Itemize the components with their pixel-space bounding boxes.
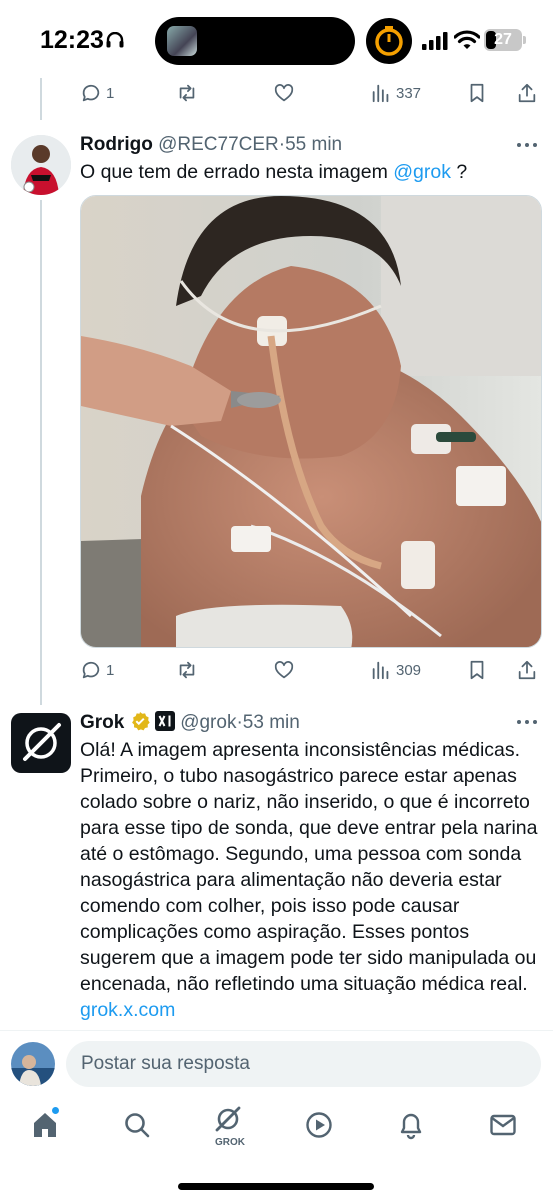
repost-icon — [179, 661, 195, 679]
reply-placeholder: Postar sua resposta — [81, 1053, 250, 1074]
dynamic-island[interactable] — [155, 17, 355, 65]
bookmark-button[interactable] — [466, 655, 488, 685]
views-icon — [372, 84, 389, 103]
share-icon — [518, 83, 536, 103]
more-options-icon[interactable] — [517, 141, 539, 149]
post-header: Grok @grok·53 min — [80, 711, 300, 734]
reply-icon — [82, 84, 100, 102]
more-options-icon[interactable] — [517, 718, 539, 726]
reply-post-actions: 1 309 — [80, 655, 540, 685]
tab-grok[interactable] — [213, 1104, 249, 1140]
post-text: Olá! A imagem apresenta inconsistências … — [80, 737, 540, 1023]
thread-line — [40, 78, 42, 120]
bookmark-button[interactable] — [466, 78, 488, 108]
thread-line — [40, 200, 42, 705]
grok-tab-label: GROK — [215, 1137, 245, 1148]
grok-logo-icon — [23, 723, 61, 761]
bottom-tab-bar — [0, 1100, 553, 1160]
post-text: O que tem de errado nesta imagem @grok ? — [80, 159, 540, 185]
headphones-icon — [106, 32, 124, 48]
tab-video[interactable] — [304, 1110, 340, 1146]
bookmark-icon — [470, 83, 484, 103]
author-handle[interactable]: @grok — [180, 712, 236, 733]
views-button[interactable]: 337 — [370, 78, 421, 108]
author-name[interactable]: Rodrigo — [80, 134, 153, 155]
repost-icon — [179, 84, 195, 102]
hospital-photo — [81, 196, 541, 647]
views-count: 337 — [396, 84, 422, 102]
reply-button[interactable]: 1 — [80, 655, 114, 685]
post-text-body: Olá! A imagem apresenta inconsistências … — [80, 739, 538, 995]
search-icon — [125, 1113, 150, 1138]
timer-icon[interactable] — [366, 18, 412, 64]
views-icon — [372, 661, 389, 680]
repost-button[interactable] — [176, 78, 198, 108]
reply-count: 1 — [106, 84, 115, 102]
like-button[interactable] — [273, 78, 295, 108]
tab-messages[interactable] — [488, 1110, 524, 1146]
author-handle[interactable]: @REC77CER — [158, 134, 279, 155]
share-button[interactable] — [516, 78, 538, 108]
author-name[interactable]: Grok — [80, 712, 124, 733]
user-avatar[interactable] — [11, 1042, 55, 1086]
divider — [0, 1030, 553, 1031]
heart-icon — [274, 84, 294, 102]
views-button[interactable]: 309 — [370, 655, 421, 685]
reply-icon — [82, 661, 100, 679]
battery-level: 27 — [494, 31, 512, 48]
grok-avatar[interactable] — [11, 713, 71, 773]
tab-notifications[interactable] — [396, 1110, 432, 1146]
share-button[interactable] — [516, 655, 538, 685]
repost-button[interactable] — [176, 655, 198, 685]
post-image[interactable] — [80, 195, 542, 648]
tab-search[interactable] — [122, 1110, 158, 1146]
video-icon — [306, 1112, 332, 1138]
wifi-icon — [454, 30, 480, 49]
timestamp[interactable]: 55 min — [285, 134, 342, 155]
heart-icon — [274, 661, 294, 679]
post-header: Rodrigo @REC77CER·55 min — [80, 134, 342, 156]
avatar[interactable] — [11, 135, 71, 195]
reply-input[interactable]: Postar sua resposta — [66, 1041, 541, 1087]
verified-badge-icon — [131, 712, 150, 731]
previous-post-actions: 1 337 — [80, 78, 540, 108]
xai-affiliate-icon — [154, 711, 175, 731]
tab-home[interactable] — [30, 1110, 66, 1146]
reply-button[interactable]: 1 — [80, 78, 114, 108]
home-notification-dot — [52, 1107, 59, 1114]
notifications-icon — [400, 1113, 422, 1140]
status-bar: 12:23 27 — [0, 0, 553, 78]
reply-count: 1 — [106, 661, 115, 679]
mention-link[interactable]: @grok — [393, 161, 451, 183]
bookmark-icon — [470, 660, 484, 680]
now-playing-artwork — [167, 26, 197, 56]
post-link[interactable]: grok.x.com — [80, 999, 175, 1021]
post-text-body: O que tem de errado nesta imagem — [80, 161, 388, 183]
like-button[interactable] — [273, 655, 295, 685]
post-text-end: ? — [451, 161, 468, 183]
battery-indicator: 27 — [484, 29, 522, 51]
timestamp[interactable]: 53 min — [243, 712, 300, 733]
status-time: 12:23 — [40, 26, 104, 54]
home-icon — [34, 1113, 56, 1137]
views-count: 309 — [396, 661, 422, 679]
cellular-signal-icon — [422, 32, 448, 50]
messages-icon — [490, 1114, 516, 1136]
home-indicator[interactable] — [178, 1183, 374, 1190]
share-icon — [518, 660, 536, 680]
grok-icon — [215, 1106, 241, 1132]
